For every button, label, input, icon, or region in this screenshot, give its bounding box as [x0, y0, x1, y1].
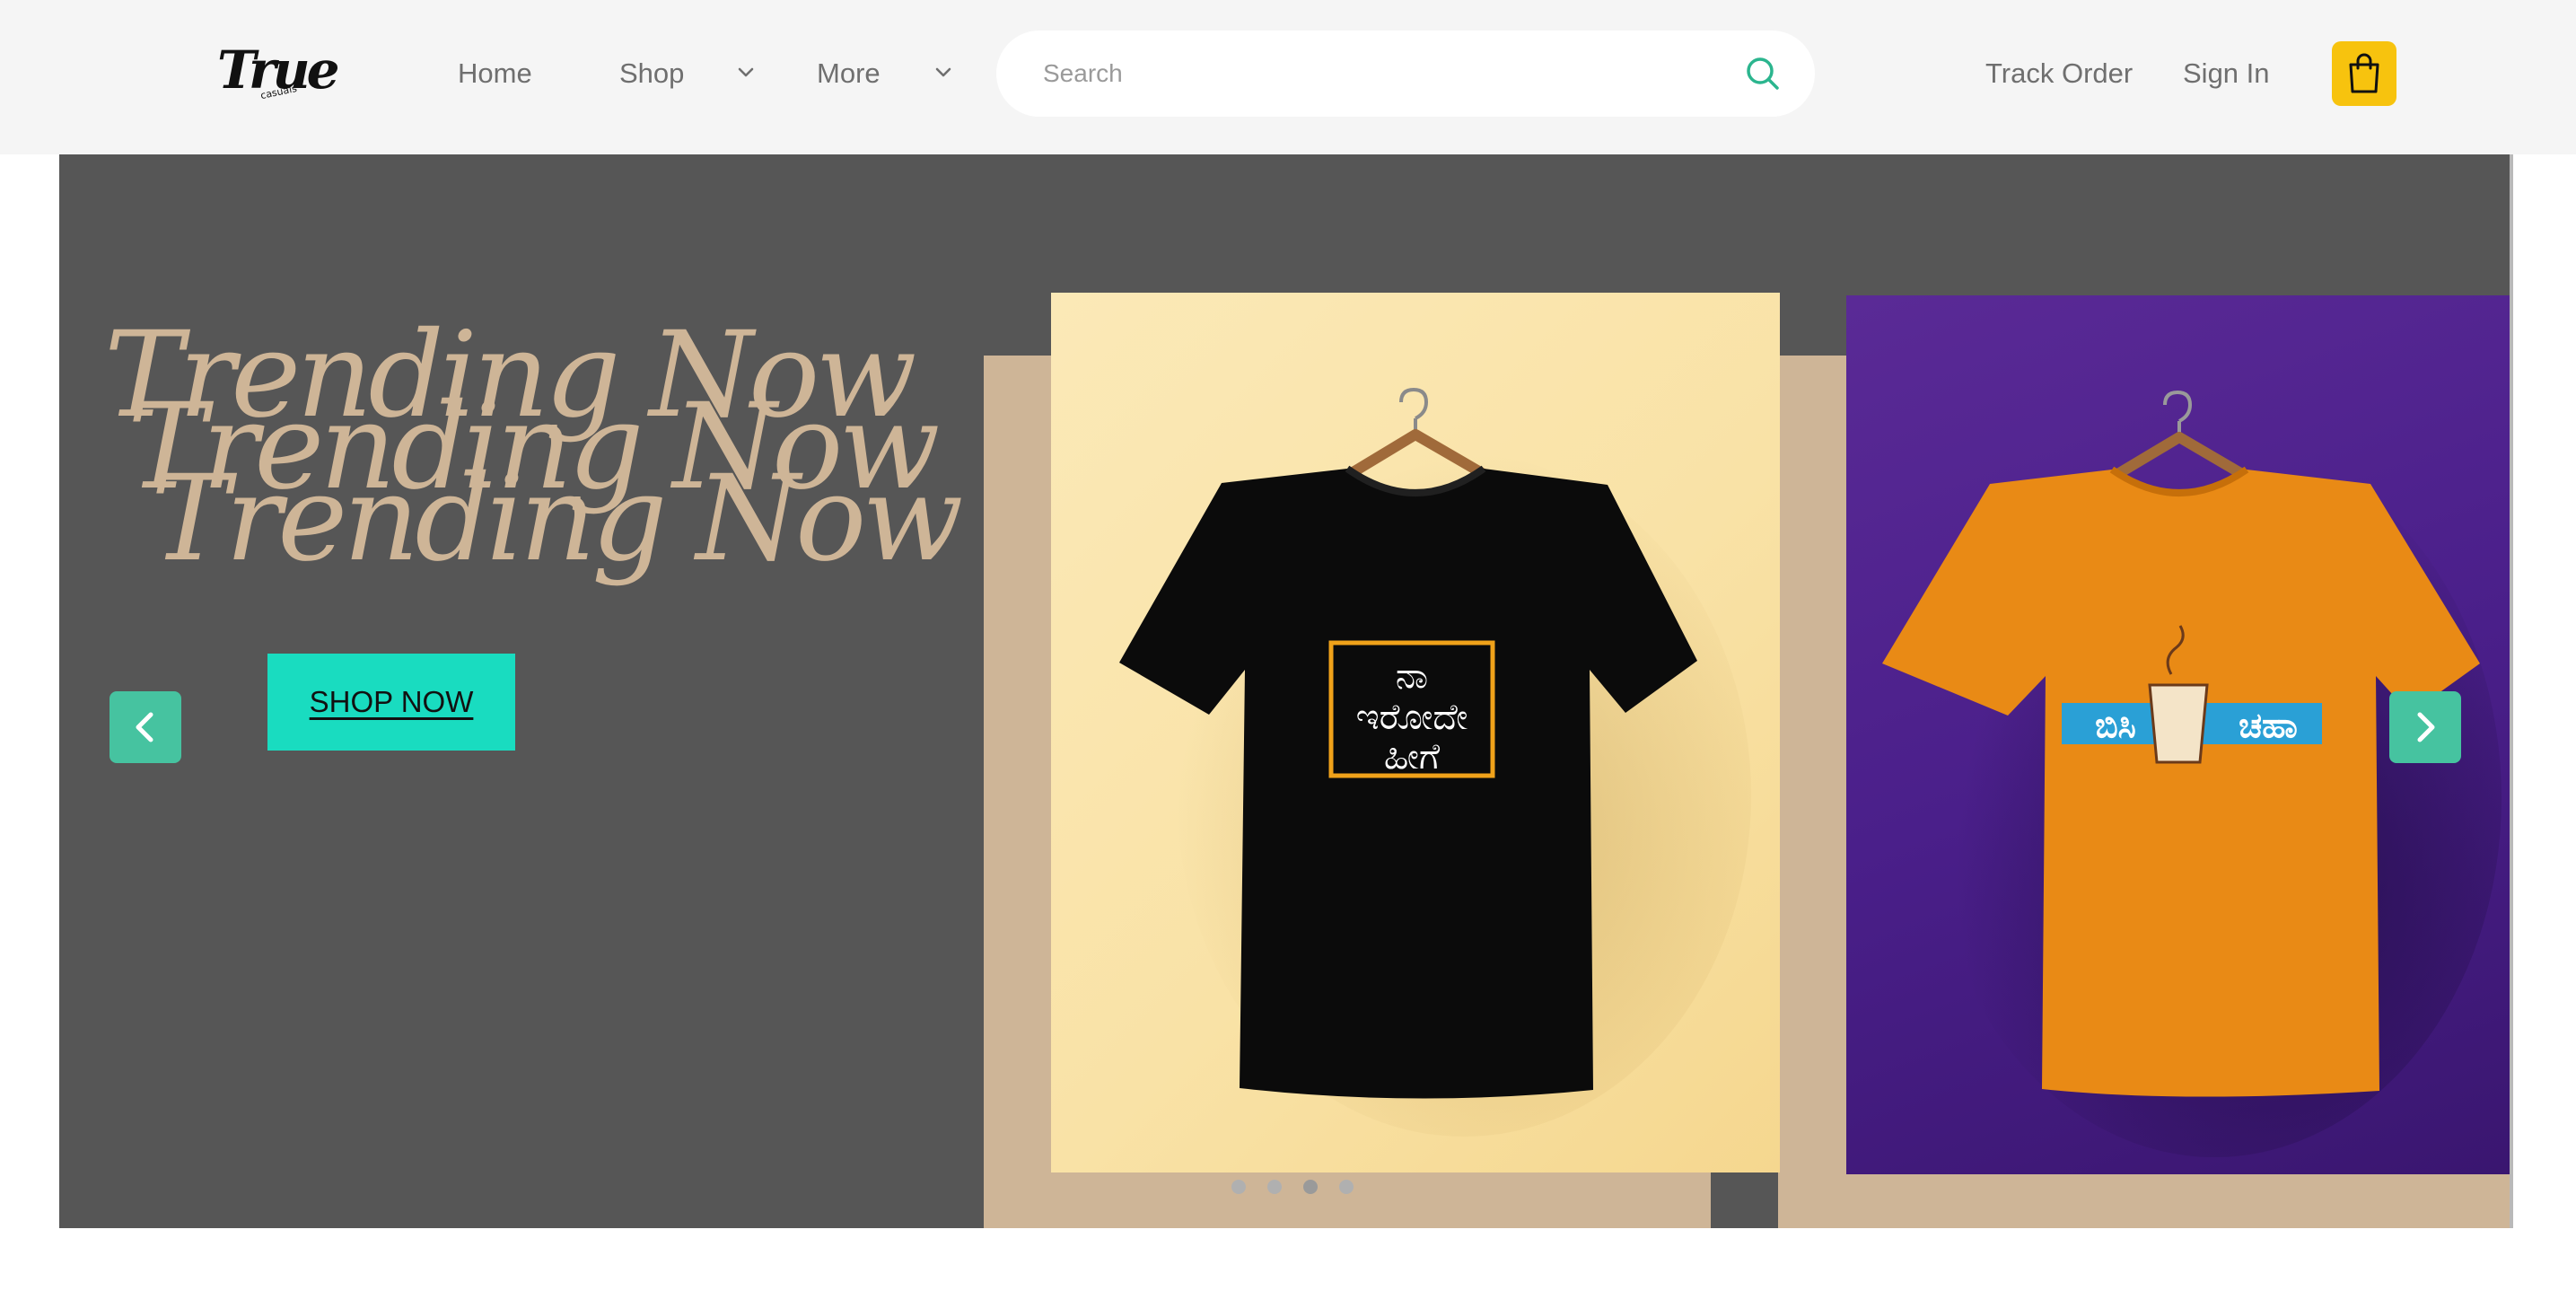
carousel-dot[interactable]	[1339, 1180, 1354, 1194]
headline-line-3: Trending Now	[151, 450, 963, 588]
product-slide-black-tshirt[interactable]: ನಾ ಇರೋದೇ ಹೀಗೆ	[1051, 293, 1780, 1172]
carousel-dot-active[interactable]	[1303, 1180, 1318, 1194]
hero-carousel: Trending Now Trending Now Trending Now S…	[59, 154, 2510, 1228]
sign-in-link[interactable]: Sign In	[2183, 54, 2270, 93]
chevron-down-icon[interactable]	[732, 59, 759, 86]
svg-text:ಹೀಗೆ: ಹೀಗೆ	[1384, 736, 1441, 777]
chevron-down-icon[interactable]	[930, 59, 957, 86]
search-input[interactable]	[1043, 52, 1725, 95]
carousel-prev-button[interactable]	[110, 691, 181, 763]
hero-edge-line	[2510, 154, 2513, 1228]
svg-text:ಇರೋದೇ: ಇರೋದೇ	[1356, 697, 1468, 738]
svg-text:ಚಹಾ: ಚಹಾ	[2239, 706, 2298, 745]
shopping-bag-icon	[2349, 53, 2379, 93]
search-bar	[996, 31, 1815, 117]
brand-logo[interactable]: True casuals	[215, 40, 340, 104]
carousel-next-button[interactable]	[2389, 691, 2461, 763]
search-icon[interactable]	[1743, 54, 1783, 93]
nav-home[interactable]: Home	[458, 54, 532, 93]
svg-text:ನಾ: ನಾ	[1396, 655, 1428, 697]
chevron-left-icon	[136, 712, 153, 742]
chevron-right-icon	[2417, 712, 2435, 742]
shop-now-button[interactable]: SHOP NOW	[267, 654, 515, 751]
svg-text:ಬಿಸಿ: ಬಿಸಿ	[2095, 706, 2136, 745]
carousel-dot[interactable]	[1267, 1180, 1282, 1194]
track-order-link[interactable]: Track Order	[1985, 54, 2133, 93]
hero-backdrop-gap	[1711, 1172, 1778, 1228]
nav-more[interactable]: More	[817, 54, 881, 93]
carousel-dot[interactable]	[1231, 1180, 1246, 1194]
cart-button[interactable]	[2332, 41, 2396, 106]
tshirt-image: ನಾ ಇರೋದೇ ಹೀಗೆ	[1119, 387, 1751, 1137]
nav-shop[interactable]: Shop	[619, 54, 684, 93]
top-header: True casuals Home Shop More Track Order …	[0, 0, 2576, 154]
